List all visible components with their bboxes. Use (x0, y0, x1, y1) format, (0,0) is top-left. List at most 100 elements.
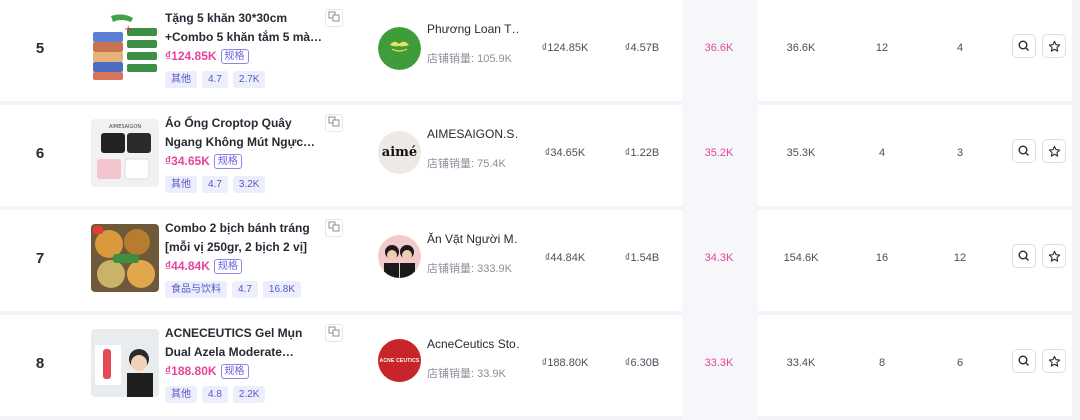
rating-tag: 4.8 (202, 386, 228, 403)
spec-button[interactable]: 规格 (220, 363, 249, 379)
shop-logo-text: aimé (381, 145, 418, 160)
rating-tag: 4.7 (202, 71, 228, 88)
spec-button[interactable]: 规格 (213, 258, 242, 274)
shop-name[interactable]: AcneCeutics Sto… (427, 337, 519, 351)
video-count: 4 (956, 42, 964, 54)
total-sales: 33.4K (786, 357, 816, 369)
search-button[interactable] (1012, 349, 1036, 373)
star-icon (1048, 145, 1060, 157)
product-price: ₫34.65K (165, 154, 210, 168)
favorite-button[interactable] (1042, 139, 1066, 163)
category-tag: 食品与饮料 (165, 281, 227, 298)
reviews-tag: 2.7K (232, 71, 266, 88)
reviews-tag: 16.8K (262, 281, 302, 298)
price-line: ₫44.84K 规格 (165, 258, 242, 274)
gmv: ₫6.30B (624, 357, 660, 369)
video-count: 3 (956, 147, 964, 159)
shop-name[interactable]: Ăn Vặt Người M… (427, 232, 519, 246)
svg-text:AIMESAIGON: AIMESAIGON (109, 124, 141, 130)
product-ranking-table: 5 + Tặng 5 khăn 30*30cm +Combo 5 khăn tắ… (0, 0, 1080, 420)
star-icon (1048, 40, 1060, 52)
gmv: ₫1.54B (624, 252, 660, 264)
search-button[interactable] (1012, 139, 1036, 163)
video-count: 12 (953, 252, 967, 264)
avg-price: ₫44.84K (544, 252, 586, 264)
product-thumbnail[interactable]: + (91, 14, 159, 82)
shop-sales: 店铺销量: 105.9K (427, 50, 512, 66)
shop-name[interactable]: AIMESAIGON.S… (427, 127, 519, 141)
influencer-count: 16 (875, 252, 889, 264)
shop-avatar[interactable]: ACNE CEUTICS (378, 339, 421, 382)
shop-avatar[interactable] (378, 235, 421, 278)
product-price: ₫188.80K (165, 364, 217, 378)
shop-name[interactable]: Phương Loan T… (427, 22, 519, 36)
rank-number: 6 (35, 145, 45, 162)
favorite-button[interactable] (1042, 34, 1066, 58)
sales-highlight: 33.3K (704, 357, 734, 369)
shop-sales-label: 店铺销量: (427, 368, 475, 380)
total-sales: 154.6K (783, 252, 819, 264)
product-thumbnail[interactable] (91, 224, 159, 292)
shop-sales: 店铺销量: 33.9K (427, 365, 506, 381)
product-tags: 食品与饮料 4.7 16.8K (165, 281, 302, 298)
product-title[interactable]: Áo Ống Croptop Quây Ngang Không Mút Ngực… (165, 114, 325, 152)
translate-icon[interactable] (325, 9, 343, 27)
influencer-count: 8 (878, 357, 886, 369)
shop-sales-value: 75.4K (477, 158, 506, 170)
shop-sales-label: 店铺销量: (427, 53, 475, 65)
rank-number: 5 (35, 40, 45, 57)
svg-text:+: + (124, 24, 132, 35)
star-icon (1048, 355, 1060, 367)
total-sales: 35.3K (786, 147, 816, 159)
reviews-tag: 2.2K (232, 386, 266, 403)
rating-tag: 4.7 (232, 281, 258, 298)
shop-sales-label: 店铺销量: (427, 158, 475, 170)
price-line: ₫34.65K 规格 (165, 153, 242, 169)
avg-price: ₫34.65K (544, 147, 586, 159)
video-count: 6 (956, 357, 964, 369)
shop-avatar[interactable] (378, 27, 421, 70)
search-icon (1018, 40, 1029, 51)
shop-logo-text: ACNE CEUTICS (379, 357, 420, 364)
total-sales: 36.6K (786, 42, 816, 54)
search-icon (1018, 145, 1029, 156)
rank-number: 8 (35, 355, 45, 372)
translate-icon[interactable] (325, 324, 343, 342)
product-title[interactable]: Tặng 5 khăn 30*30cm +Combo 5 khăn tắm 5 … (165, 9, 325, 47)
reviews-tag: 3.2K (232, 176, 266, 193)
favorite-button[interactable] (1042, 349, 1066, 373)
avg-price: ₫124.85K (541, 42, 589, 54)
product-tags: 其他 4.8 2.2K (165, 386, 266, 403)
sales-highlight: 35.2K (704, 147, 734, 159)
search-button[interactable] (1012, 34, 1036, 58)
gmv: ₫4.57B (624, 42, 660, 54)
avg-price: ₫188.80K (541, 357, 589, 369)
product-thumbnail[interactable] (91, 329, 159, 397)
search-button[interactable] (1012, 244, 1036, 268)
shop-sales-value: 333.9K (477, 263, 512, 275)
translate-icon[interactable] (325, 219, 343, 237)
shop-sales-value: 33.9K (477, 368, 506, 380)
product-title[interactable]: Combo 2 bịch bánh tráng [mỗi vị 250gr, 2… (165, 219, 325, 257)
rating-tag: 4.7 (202, 176, 228, 193)
sales-highlight: 36.6K (704, 42, 734, 54)
category-tag: 其他 (165, 386, 197, 403)
shop-sales: 店铺销量: 75.4K (427, 155, 506, 171)
spec-button[interactable]: 规格 (220, 48, 249, 64)
spec-button[interactable]: 规格 (213, 153, 242, 169)
product-thumbnail[interactable]: AIMESAIGON (91, 119, 159, 187)
shop-avatar[interactable]: aimé (378, 131, 421, 174)
influencer-count: 4 (878, 147, 886, 159)
price-line: ₫124.85K 规格 (165, 48, 249, 64)
star-icon (1048, 250, 1060, 262)
gmv: ₫1.22B (624, 147, 660, 159)
favorite-button[interactable] (1042, 244, 1066, 268)
influencer-count: 12 (875, 42, 889, 54)
category-tag: 其他 (165, 176, 197, 193)
shop-sales-label: 店铺销量: (427, 263, 475, 275)
translate-icon[interactable] (325, 114, 343, 132)
product-title[interactable]: ACNECEUTICS Gel Mụn Dual Azela Moderate … (165, 324, 325, 362)
product-tags: 其他 4.7 2.7K (165, 71, 266, 88)
product-tags: 其他 4.7 3.2K (165, 176, 266, 193)
price-line: ₫188.80K 规格 (165, 363, 249, 379)
